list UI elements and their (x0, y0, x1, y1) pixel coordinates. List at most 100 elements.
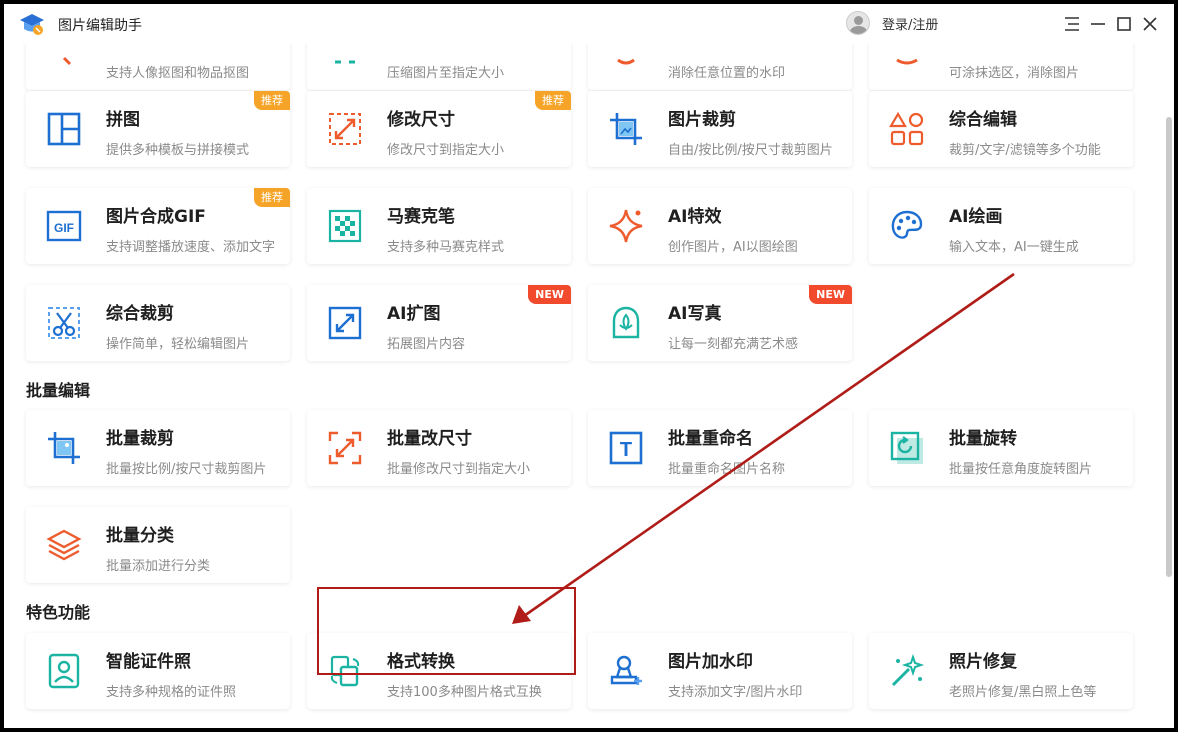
tool-card-title: 综合编辑 (949, 110, 1017, 130)
tool-card-title: 图片加水印 (668, 652, 753, 672)
tool-card-collage[interactable]: 拼图 提供多种模板与拼接模式 推荐 (26, 91, 290, 167)
tool-card-desc: 老照片修复/黑白照上色等 (949, 685, 1097, 700)
minimize-icon[interactable] (1086, 12, 1110, 36)
sparkle-icon (609, 209, 643, 243)
login-label: 登录/注册 (882, 17, 939, 33)
tool-card-title: 图片裁剪 (668, 110, 736, 130)
tool-card-title: AI写真 (668, 304, 722, 324)
watermark-icon (610, 655, 642, 685)
tool-card-desc: 批量按任意角度旋转图片 (949, 462, 1093, 477)
tool-card-desc: 拓展图片内容 (387, 337, 466, 352)
tool-card-desc: 自由/按比例/按尺寸裁剪图片 (668, 143, 833, 158)
tool-card-title: 批量裁剪 (106, 429, 174, 449)
tool-card-batch-crop[interactable]: 批量裁剪 批量按比例/按尺寸裁剪图片 (26, 410, 290, 486)
tool-card-title: 批量旋转 (949, 429, 1017, 449)
tool-card-batch-rotate[interactable]: 批量旋转 批量按任意角度旋转图片 (869, 410, 1133, 486)
tool-list[interactable]: 支持人像抠图和物品抠图 压缩图片至指定大小 消除任意位置的水印 可涂抹选区，消除… (4, 44, 1164, 728)
tool-card-erase-object[interactable]: 可涂抹选区，消除图片 (869, 44, 1133, 90)
recommend-badge: 推荐 (254, 91, 290, 110)
tool-card-desc: 操作简单，轻松编辑图片 (106, 337, 250, 352)
scrollbar[interactable] (1164, 44, 1174, 728)
tool-card-add-watermark[interactable]: 图片加水印 支持添加文字/图片水印 (588, 633, 852, 709)
tool-card-title: AI绘画 (949, 207, 1003, 227)
tool-card-desc: 修改尺寸到指定大小 (387, 143, 505, 158)
new-badge: NEW (528, 285, 571, 304)
tool-card-batch-rename[interactable]: T 批量重命名 批量重命名图片名称 (588, 410, 852, 486)
tool-card-desc: 支持人像抠图和物品抠图 (106, 66, 250, 81)
tool-card-gif[interactable]: GIF 图片合成GIF 支持调整播放速度、添加文字 推荐 (26, 188, 290, 264)
tool-card-compress[interactable]: 压缩图片至指定大小 (307, 44, 571, 90)
tool-card-batch-resize[interactable]: 批量改尺寸 批量修改尺寸到指定大小 (307, 410, 571, 486)
magic-wand-icon (891, 653, 925, 687)
tool-card-desc: 批量添加进行分类 (106, 559, 211, 574)
layers-icon (46, 529, 82, 561)
tool-card-title: 拼图 (106, 110, 140, 130)
section-title-features: 特色功能 (26, 603, 91, 622)
tool-card-title: 批量改尺寸 (387, 429, 472, 449)
tool-card-ai-painting[interactable]: AI绘画 输入文本，AI一键生成 (869, 188, 1133, 264)
section-title-batch: 批量编辑 (26, 381, 91, 400)
login-button[interactable]: 登录/注册 (846, 11, 938, 35)
tool-card-crop[interactable]: 图片裁剪 自由/按比例/按尺寸裁剪图片 (588, 91, 852, 167)
recommend-badge: 推荐 (254, 188, 290, 207)
tool-card-title: AI扩图 (387, 304, 441, 324)
batch-resize-icon (328, 431, 362, 465)
tool-card-title: 格式转换 (387, 652, 455, 672)
gif-icon: GIF (46, 210, 82, 242)
scrollbar-thumb[interactable] (1166, 117, 1172, 577)
shapes-icon (889, 111, 924, 146)
tool-card-format-convert[interactable]: 格式转换 支持100多种图片格式互换 (307, 633, 571, 709)
tool-card-cutout[interactable]: 支持人像抠图和物品抠图 (26, 44, 290, 90)
tool-card-comprehensive-crop[interactable]: 综合裁剪 操作简单，轻松编辑图片 (26, 285, 290, 361)
tool-card-resize[interactable]: 修改尺寸 修改尺寸到指定大小 推荐 (307, 91, 571, 167)
tool-card-ai-expand[interactable]: AI扩图 拓展图片内容 NEW (307, 285, 571, 361)
tool-card-desc: 提供多种模板与拼接模式 (106, 143, 250, 158)
tool-card-comprehensive-edit[interactable]: 综合编辑 裁剪/文字/滤镜等多个功能 (869, 91, 1133, 167)
tool-card-desc: 让每一刻都充满艺术感 (668, 337, 799, 352)
svg-text:GIF: GIF (54, 221, 74, 235)
tool-card-desc: 可涂抹选区，消除图片 (949, 66, 1080, 81)
title-bar: 图片编辑助手 登录/注册 (4, 4, 1174, 44)
tool-card-desc: 批量重命名图片名称 (668, 462, 786, 477)
rotate-icon (890, 431, 923, 464)
tool-card-desc: 批量按比例/按尺寸裁剪图片 (106, 462, 267, 477)
scissors-icon (48, 307, 80, 339)
tool-card-ai-effects[interactable]: AI特效 创作图片，AI以图绘图 (588, 188, 852, 264)
app-window: 图片编辑助手 登录/注册 支持人像抠图和物品抠图 压缩图片至指定大小 消除任意位… (4, 4, 1174, 728)
tool-card-title: 批量分类 (106, 526, 174, 546)
tool-card-desc: 支持多种规格的证件照 (106, 685, 237, 700)
tool-card-desc: 输入文本，AI一键生成 (949, 240, 1079, 255)
id-photo-icon (48, 653, 80, 689)
compress-icon (335, 60, 355, 64)
tool-card-title: 智能证件照 (106, 652, 191, 672)
tool-card-desc: 批量修改尺寸到指定大小 (387, 462, 531, 477)
portrait-art-icon (612, 306, 640, 339)
tool-card-desc: 消除任意位置的水印 (668, 66, 786, 81)
cutout-icon (62, 56, 72, 66)
tool-card-ai-portrait[interactable]: AI写真 让每一刻都充满艺术感 NEW (588, 285, 852, 361)
tool-card-title: 综合裁剪 (106, 304, 174, 324)
tool-card-desc: 压缩图片至指定大小 (387, 66, 505, 81)
close-icon[interactable] (1138, 12, 1162, 36)
tool-card-title: AI特效 (668, 207, 722, 227)
menu-icon[interactable] (1060, 12, 1084, 36)
tool-card-mosaic[interactable]: 马赛克笔 支持多种马赛克样式 (307, 188, 571, 264)
tool-card-title: 批量重命名 (668, 429, 753, 449)
maximize-icon[interactable] (1112, 12, 1136, 36)
tool-card-id-photo[interactable]: 智能证件照 支持多种规格的证件照 (26, 633, 290, 709)
svg-text:T: T (620, 439, 632, 461)
tool-card-batch-classify[interactable]: 批量分类 批量添加进行分类 (26, 507, 290, 583)
tool-card-photo-restore[interactable]: 照片修复 老照片修复/黑白照上色等 (869, 633, 1133, 709)
avatar-icon (846, 11, 870, 35)
tool-card-desc: 裁剪/文字/滤镜等多个功能 (949, 143, 1101, 158)
convert-icon (330, 655, 360, 687)
collage-icon (47, 112, 81, 146)
tool-card-title: 马赛克笔 (387, 207, 455, 227)
expand-icon (328, 306, 362, 340)
batch-crop-icon (48, 432, 80, 464)
new-badge: NEW (809, 285, 852, 304)
recommend-badge: 推荐 (535, 91, 571, 110)
tool-card-title: 图片合成GIF (106, 207, 206, 227)
tool-card-desc: 支持添加文字/图片水印 (668, 685, 803, 700)
tool-card-remove-watermark[interactable]: 消除任意位置的水印 (588, 44, 852, 90)
